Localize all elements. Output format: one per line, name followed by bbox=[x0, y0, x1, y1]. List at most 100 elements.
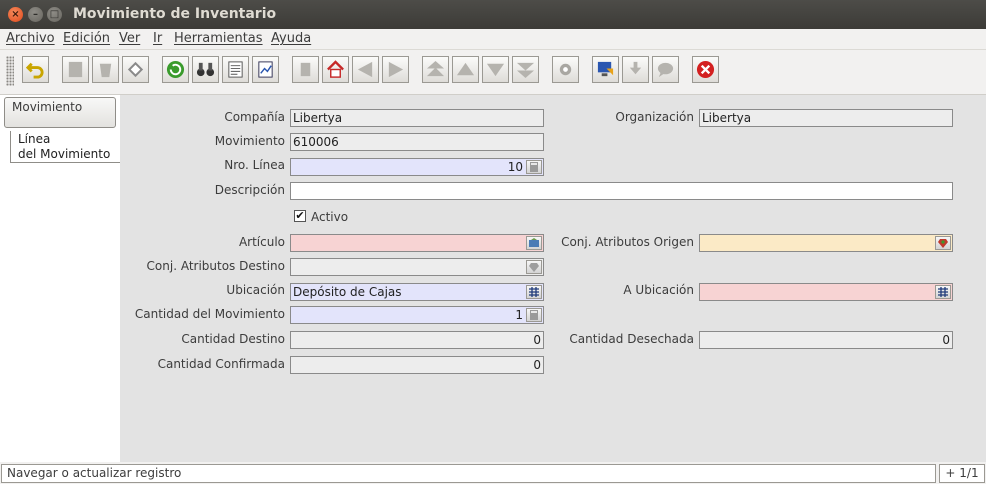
undo-button[interactable] bbox=[22, 56, 49, 83]
save-button[interactable] bbox=[122, 56, 149, 83]
record-navigation-indicator[interactable]: + 1/1 bbox=[939, 464, 985, 483]
cantidad-confirmada-label: Cantidad Confirmada bbox=[157, 357, 285, 371]
archive-button[interactable] bbox=[592, 56, 619, 83]
cantidad-destino-field[interactable]: 0 bbox=[290, 331, 544, 349]
menu-edicion[interactable]: Edición bbox=[63, 31, 110, 46]
tab-linea-movimiento[interactable]: Línea del Movimiento bbox=[10, 131, 120, 163]
home-icon bbox=[327, 60, 344, 78]
movimiento-field[interactable]: 610006 bbox=[290, 133, 544, 151]
toolbar bbox=[0, 50, 986, 95]
menu-archivo[interactable]: Archivo bbox=[6, 31, 55, 46]
articulo-field[interactable] bbox=[290, 234, 544, 252]
attribute-icon bbox=[529, 263, 539, 272]
delete-record-button[interactable] bbox=[92, 56, 119, 83]
next-record-button[interactable] bbox=[382, 56, 409, 83]
document-icon bbox=[228, 61, 243, 78]
arrow-down-icon bbox=[486, 63, 505, 77]
calculator-icon bbox=[530, 162, 538, 172]
product-icon bbox=[529, 238, 539, 247]
locator-icon bbox=[938, 287, 948, 297]
conj-atributos-origen-field[interactable] bbox=[699, 234, 953, 252]
new-icon bbox=[68, 61, 83, 78]
organizacion-label: Organización bbox=[615, 110, 694, 124]
arrow-up-icon bbox=[456, 62, 475, 76]
cantidad-destino-label: Cantidad Destino bbox=[181, 332, 285, 346]
window-title: Movimiento de Inventario bbox=[73, 6, 277, 22]
ubicacion-value: Depósito de Cajas bbox=[293, 285, 402, 299]
find-button[interactable] bbox=[192, 56, 219, 83]
conj-atributos-destino-field[interactable] bbox=[290, 258, 544, 276]
descripcion-label: Descripción bbox=[214, 183, 285, 197]
activo-label: Activo bbox=[311, 210, 349, 224]
delete-icon bbox=[99, 63, 112, 78]
menu-ver[interactable]: Ver bbox=[119, 31, 140, 46]
first-record-button[interactable] bbox=[422, 56, 449, 83]
a-ubicacion-lookup-button[interactable] bbox=[935, 285, 951, 299]
detail-button[interactable] bbox=[292, 56, 319, 83]
detail-icon bbox=[300, 62, 311, 77]
computer-icon bbox=[597, 61, 614, 77]
cantidad-desechada-field[interactable]: 0 bbox=[699, 331, 953, 349]
conj-atributos-destino-label: Conj. Atributos Destino bbox=[146, 259, 285, 273]
descripcion-field[interactable] bbox=[290, 182, 953, 200]
window-minimize-icon[interactable]: – bbox=[28, 7, 43, 22]
menu-ayuda[interactable]: Ayuda bbox=[271, 31, 311, 46]
close-icon bbox=[696, 60, 715, 79]
conj-atributos-origen-label: Conj. Atributos Origen bbox=[561, 235, 694, 249]
new-record-button[interactable] bbox=[62, 56, 89, 83]
arrow-left-icon bbox=[357, 61, 373, 78]
nro-linea-calculator-button[interactable] bbox=[526, 160, 542, 174]
binoculars-icon bbox=[196, 62, 215, 77]
compania-label: Compañía bbox=[224, 110, 285, 124]
articulo-lookup-button[interactable] bbox=[526, 236, 542, 250]
print-button[interactable] bbox=[552, 56, 579, 83]
down-record-button[interactable] bbox=[482, 56, 509, 83]
download-icon bbox=[629, 61, 642, 75]
a-ubicacion-field[interactable] bbox=[699, 283, 953, 301]
up-record-button[interactable] bbox=[452, 56, 479, 83]
double-arrow-up-icon bbox=[426, 60, 445, 77]
report-button[interactable] bbox=[252, 56, 279, 83]
cantidad-confirmada-field[interactable]: 0 bbox=[290, 356, 544, 374]
conj-atributos-origen-button[interactable] bbox=[935, 236, 951, 250]
tab-movimiento[interactable]: Movimiento bbox=[4, 97, 116, 128]
tab-strip: Movimiento Línea del Movimiento bbox=[0, 95, 121, 462]
toolbar-grip[interactable] bbox=[6, 56, 14, 86]
cantidad-movimiento-value: 1 bbox=[515, 308, 523, 322]
cantidad-movimiento-calculator-button[interactable] bbox=[526, 308, 542, 322]
activo-checkbox[interactable]: ✔ bbox=[294, 210, 306, 222]
window-close-icon[interactable]: × bbox=[8, 7, 23, 22]
zoom-across-button[interactable] bbox=[622, 56, 649, 83]
arrow-right-icon bbox=[388, 61, 404, 78]
nro-linea-field[interactable]: 10 bbox=[290, 158, 544, 176]
articulo-label: Artículo bbox=[238, 235, 285, 249]
locator-icon bbox=[529, 287, 539, 297]
menu-ir[interactable]: Ir bbox=[153, 31, 162, 46]
form-panel bbox=[120, 95, 986, 462]
ubicacion-lookup-button[interactable] bbox=[526, 285, 542, 299]
menu-herramientas[interactable]: Herramientas bbox=[174, 31, 263, 46]
tab-linea-movimiento-label: Línea del Movimiento bbox=[18, 132, 111, 161]
save-icon bbox=[127, 61, 144, 78]
window-maximize-icon[interactable]: □ bbox=[47, 7, 62, 22]
last-record-button[interactable] bbox=[512, 56, 539, 83]
chat-icon bbox=[657, 62, 674, 78]
home-button[interactable] bbox=[322, 56, 349, 83]
compania-field[interactable]: Libertya bbox=[290, 109, 544, 127]
refresh-button[interactable] bbox=[162, 56, 189, 83]
history-button[interactable] bbox=[222, 56, 249, 83]
double-arrow-down-icon bbox=[516, 62, 535, 79]
undo-icon bbox=[26, 62, 44, 79]
chat-button[interactable] bbox=[652, 56, 679, 83]
calculator-icon bbox=[530, 310, 538, 320]
conj-atributos-destino-button[interactable] bbox=[526, 260, 542, 274]
attribute-icon bbox=[938, 239, 948, 248]
exit-button[interactable] bbox=[692, 56, 719, 83]
window-titlebar: × – □ Movimiento de Inventario bbox=[0, 0, 986, 29]
previous-record-button[interactable] bbox=[352, 56, 379, 83]
cantidad-movimiento-field[interactable]: 1 bbox=[290, 306, 544, 324]
ubicacion-field[interactable]: Depósito de Cajas bbox=[290, 283, 544, 301]
cantidad-desechada-label: Cantidad Desechada bbox=[569, 332, 694, 346]
organizacion-field[interactable]: Libertya bbox=[699, 109, 953, 127]
refresh-icon bbox=[166, 60, 185, 79]
